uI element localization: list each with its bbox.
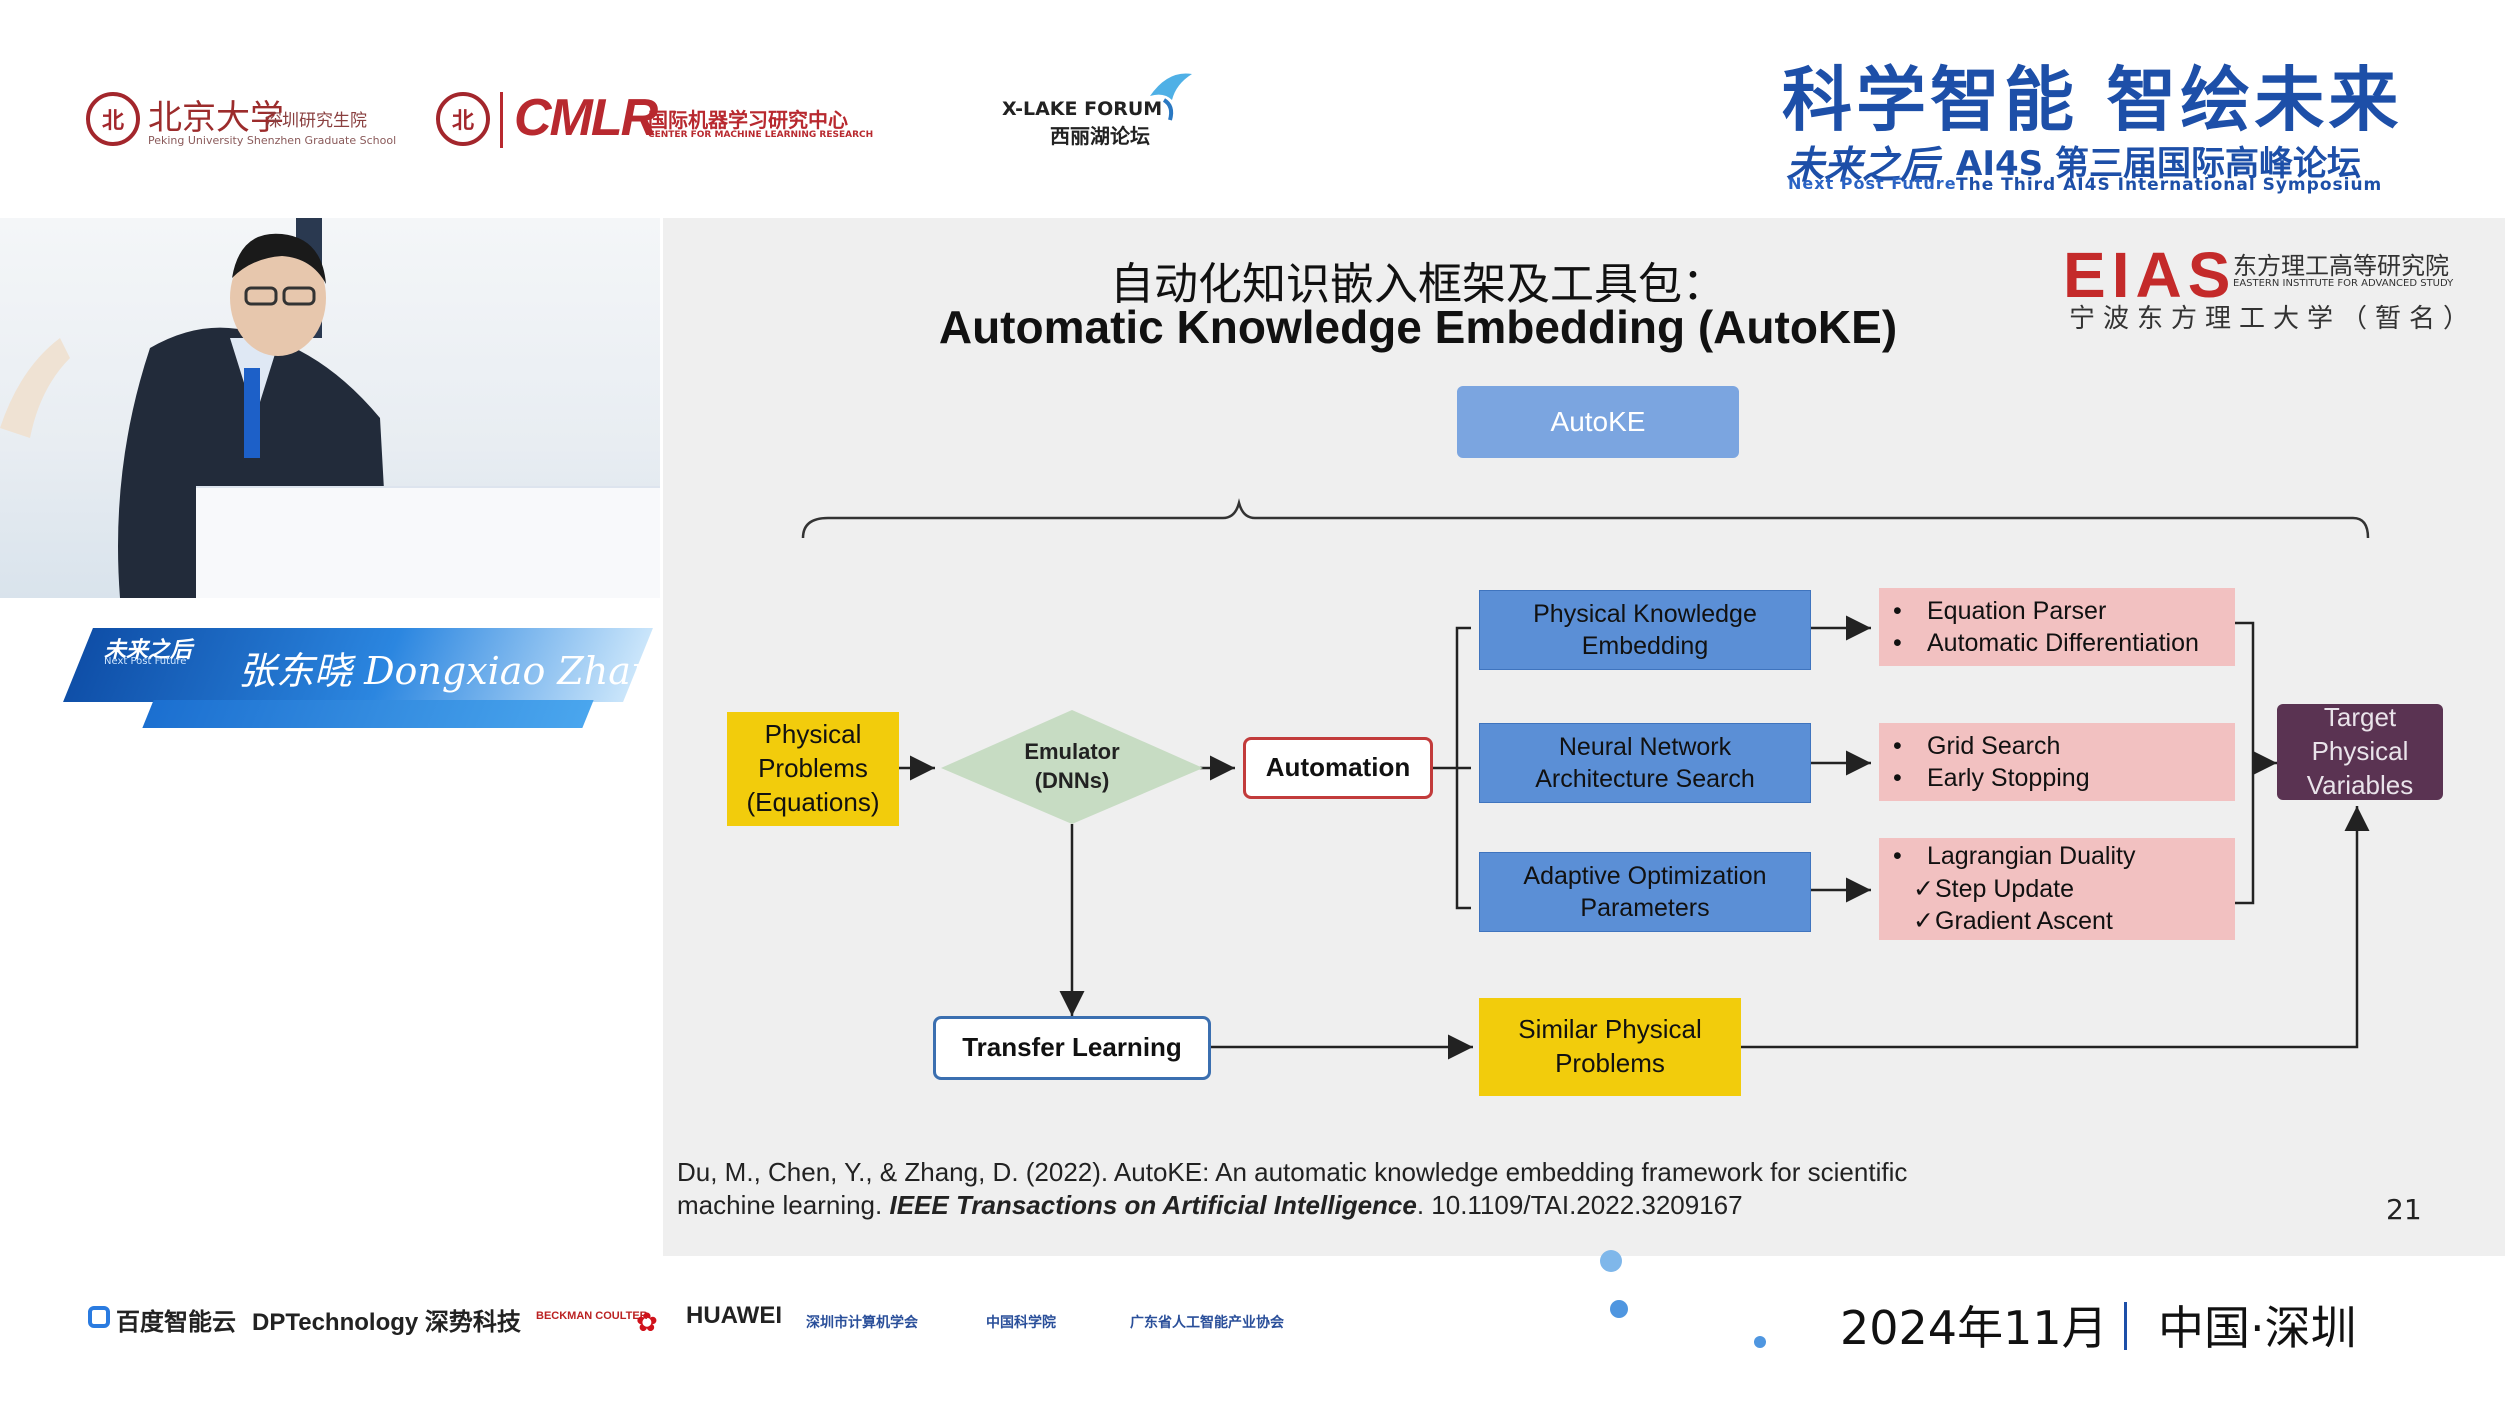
- autoke-box: AutoKE: [1457, 386, 1739, 458]
- future-logo-en: Next Post Future: [1788, 174, 1957, 193]
- pku-seal-icon: 北: [436, 92, 490, 146]
- xlake-en: X-LAKE FORUM: [1002, 98, 1163, 120]
- nameplate-subbanner: [142, 700, 594, 728]
- physical-problems-box: Physical Problems (Equations): [727, 712, 899, 826]
- list-item: • Equation Parser: [1893, 596, 2107, 625]
- list-item: ✓Step Update: [1893, 873, 2135, 906]
- nas-line2: Architecture Search: [1535, 765, 1755, 793]
- emulator-line2: (DNNs): [1034, 768, 1110, 793]
- huawei-icon: ✿: [636, 1308, 658, 1338]
- target-line1: Target: [2323, 702, 2397, 733]
- nas-box: Neural Network Architecture Search: [1479, 723, 1811, 803]
- xlake-cn: 西丽湖论坛: [1050, 124, 1150, 148]
- footer-divider: [2124, 1302, 2127, 1350]
- similar-line1: Similar Physical: [1518, 1014, 1702, 1045]
- aop-line1: Adaptive Optimization: [1523, 861, 1767, 890]
- decor-dot: [1754, 1336, 1766, 1348]
- cmlr-en: CENTER FOR MACHINE LEARNING RESEARCH: [648, 130, 874, 140]
- transfer-learning-box: Transfer Learning: [933, 1016, 1211, 1080]
- similar-line2: Problems: [1555, 1048, 1665, 1078]
- aop-line2: Parameters: [1580, 894, 1710, 922]
- event-date: 2024年11月: [1840, 1301, 2108, 1355]
- sponsor-dp: DPTechnology 深势科技: [252, 1309, 521, 1336]
- checkmark-icon: ✓: [1913, 874, 1934, 903]
- sponsor-cas: 中国科学院: [986, 1314, 1056, 1330]
- podium: [196, 486, 660, 598]
- sponsor-beckman: BECKMAN COULTER: [536, 1310, 648, 1322]
- slide-page-number: 21: [2386, 1193, 2422, 1226]
- sponsor-huawei: HUAWEI: [686, 1302, 782, 1329]
- pku-logo-text: 北京大学: [148, 98, 284, 138]
- nameplate-logo-en: Next Post Future: [104, 656, 187, 667]
- event-city: 中国·深圳: [2158, 1301, 2357, 1355]
- physical-problems-line1: Physical: [764, 719, 862, 750]
- baidu-cloud-icon: [88, 1306, 110, 1328]
- pke-methods-box: • Equation Parser • Automatic Differentiat…: [1879, 588, 2235, 666]
- sponsor-gd-ai: 广东省人工智能产业协会: [1130, 1314, 1284, 1330]
- pke-line1: Physical Knowledge: [1533, 599, 1757, 628]
- speaker-name: 张东晓 Dongxiao Zhang: [238, 649, 680, 693]
- cmlr-cn: 国际机器学习研究中心: [648, 108, 848, 132]
- pku-logo-text2: 深圳研究生院: [265, 111, 367, 131]
- sponsor-sz-computer: 深圳市计算机学会: [806, 1314, 918, 1330]
- sponsor-baidu: 百度智能云: [116, 1309, 236, 1336]
- emulator-label: Emulator (DNNs): [993, 734, 1151, 800]
- list-item: • Lagrangian Duality: [1893, 842, 2136, 871]
- decor-dot: [1600, 1250, 1622, 1272]
- pku-logo-en: Peking University Shenzhen Graduate Scho…: [148, 134, 397, 147]
- target-line3: Variables: [2306, 769, 2414, 800]
- emulator-line1: Emulator: [1024, 739, 1120, 765]
- pku-seal-icon: 北: [86, 92, 140, 146]
- bird-icon: [1150, 73, 1192, 121]
- aop-box: Adaptive Optimization Parameters: [1479, 852, 1811, 932]
- hero-title: 科学智能 智绘未来: [1782, 59, 2403, 141]
- pke-box: Physical Knowledge Embedding: [1479, 590, 1811, 670]
- pke-line2: Embedding: [1581, 632, 1709, 660]
- similar-problems-box: Similar Physical Problems: [1479, 998, 1741, 1096]
- logo-divider: [500, 92, 503, 148]
- decor-dot: [1610, 1300, 1628, 1318]
- presentation-slide: 自动化知识嵌入框架及工具包： Automatic Knowledge Embed…: [663, 218, 2505, 1256]
- forum-title-en: The Third AI4S International Symposium: [1956, 175, 2383, 195]
- aop-methods-box: • Lagrangian Duality ✓Step Update ✓Gradie…: [1879, 838, 2235, 940]
- speaker-video: [0, 218, 660, 598]
- cmlr-mark: CMLR: [514, 89, 658, 147]
- citation-journal: IEEE Transactions on Artificial Intellig…: [889, 1189, 1417, 1220]
- physical-problems-line3: (Equations): [746, 786, 880, 817]
- physical-problems-line2: Problems: [758, 753, 868, 784]
- target-line2: Physical: [2311, 736, 2409, 767]
- nas-methods-box: • Grid Search • Early Stopping: [1879, 723, 2235, 801]
- checkmark-icon: ✓: [1913, 907, 1934, 936]
- nas-line1: Neural Network: [1558, 732, 1732, 761]
- automation-box: Automation: [1243, 737, 1433, 799]
- citation-line1: Du, M., Chen, Y., & Zhang, D. (2022). Au…: [677, 1157, 1908, 1187]
- target-box: Target Physical Variables: [2277, 702, 2443, 800]
- list-item: ✓Gradient Ascent: [1893, 905, 2135, 938]
- citation: Du, M., Chen, Y., & Zhang, D. (2022). Au…: [677, 1156, 1907, 1221]
- citation-line2: machine learning. IEEE Transactions on A…: [677, 1189, 1743, 1220]
- list-item: • Automatic Differentiation: [1893, 629, 2199, 657]
- list-item: • Grid Search: [1893, 731, 2061, 760]
- list-item: • Early Stopping: [1893, 764, 2090, 792]
